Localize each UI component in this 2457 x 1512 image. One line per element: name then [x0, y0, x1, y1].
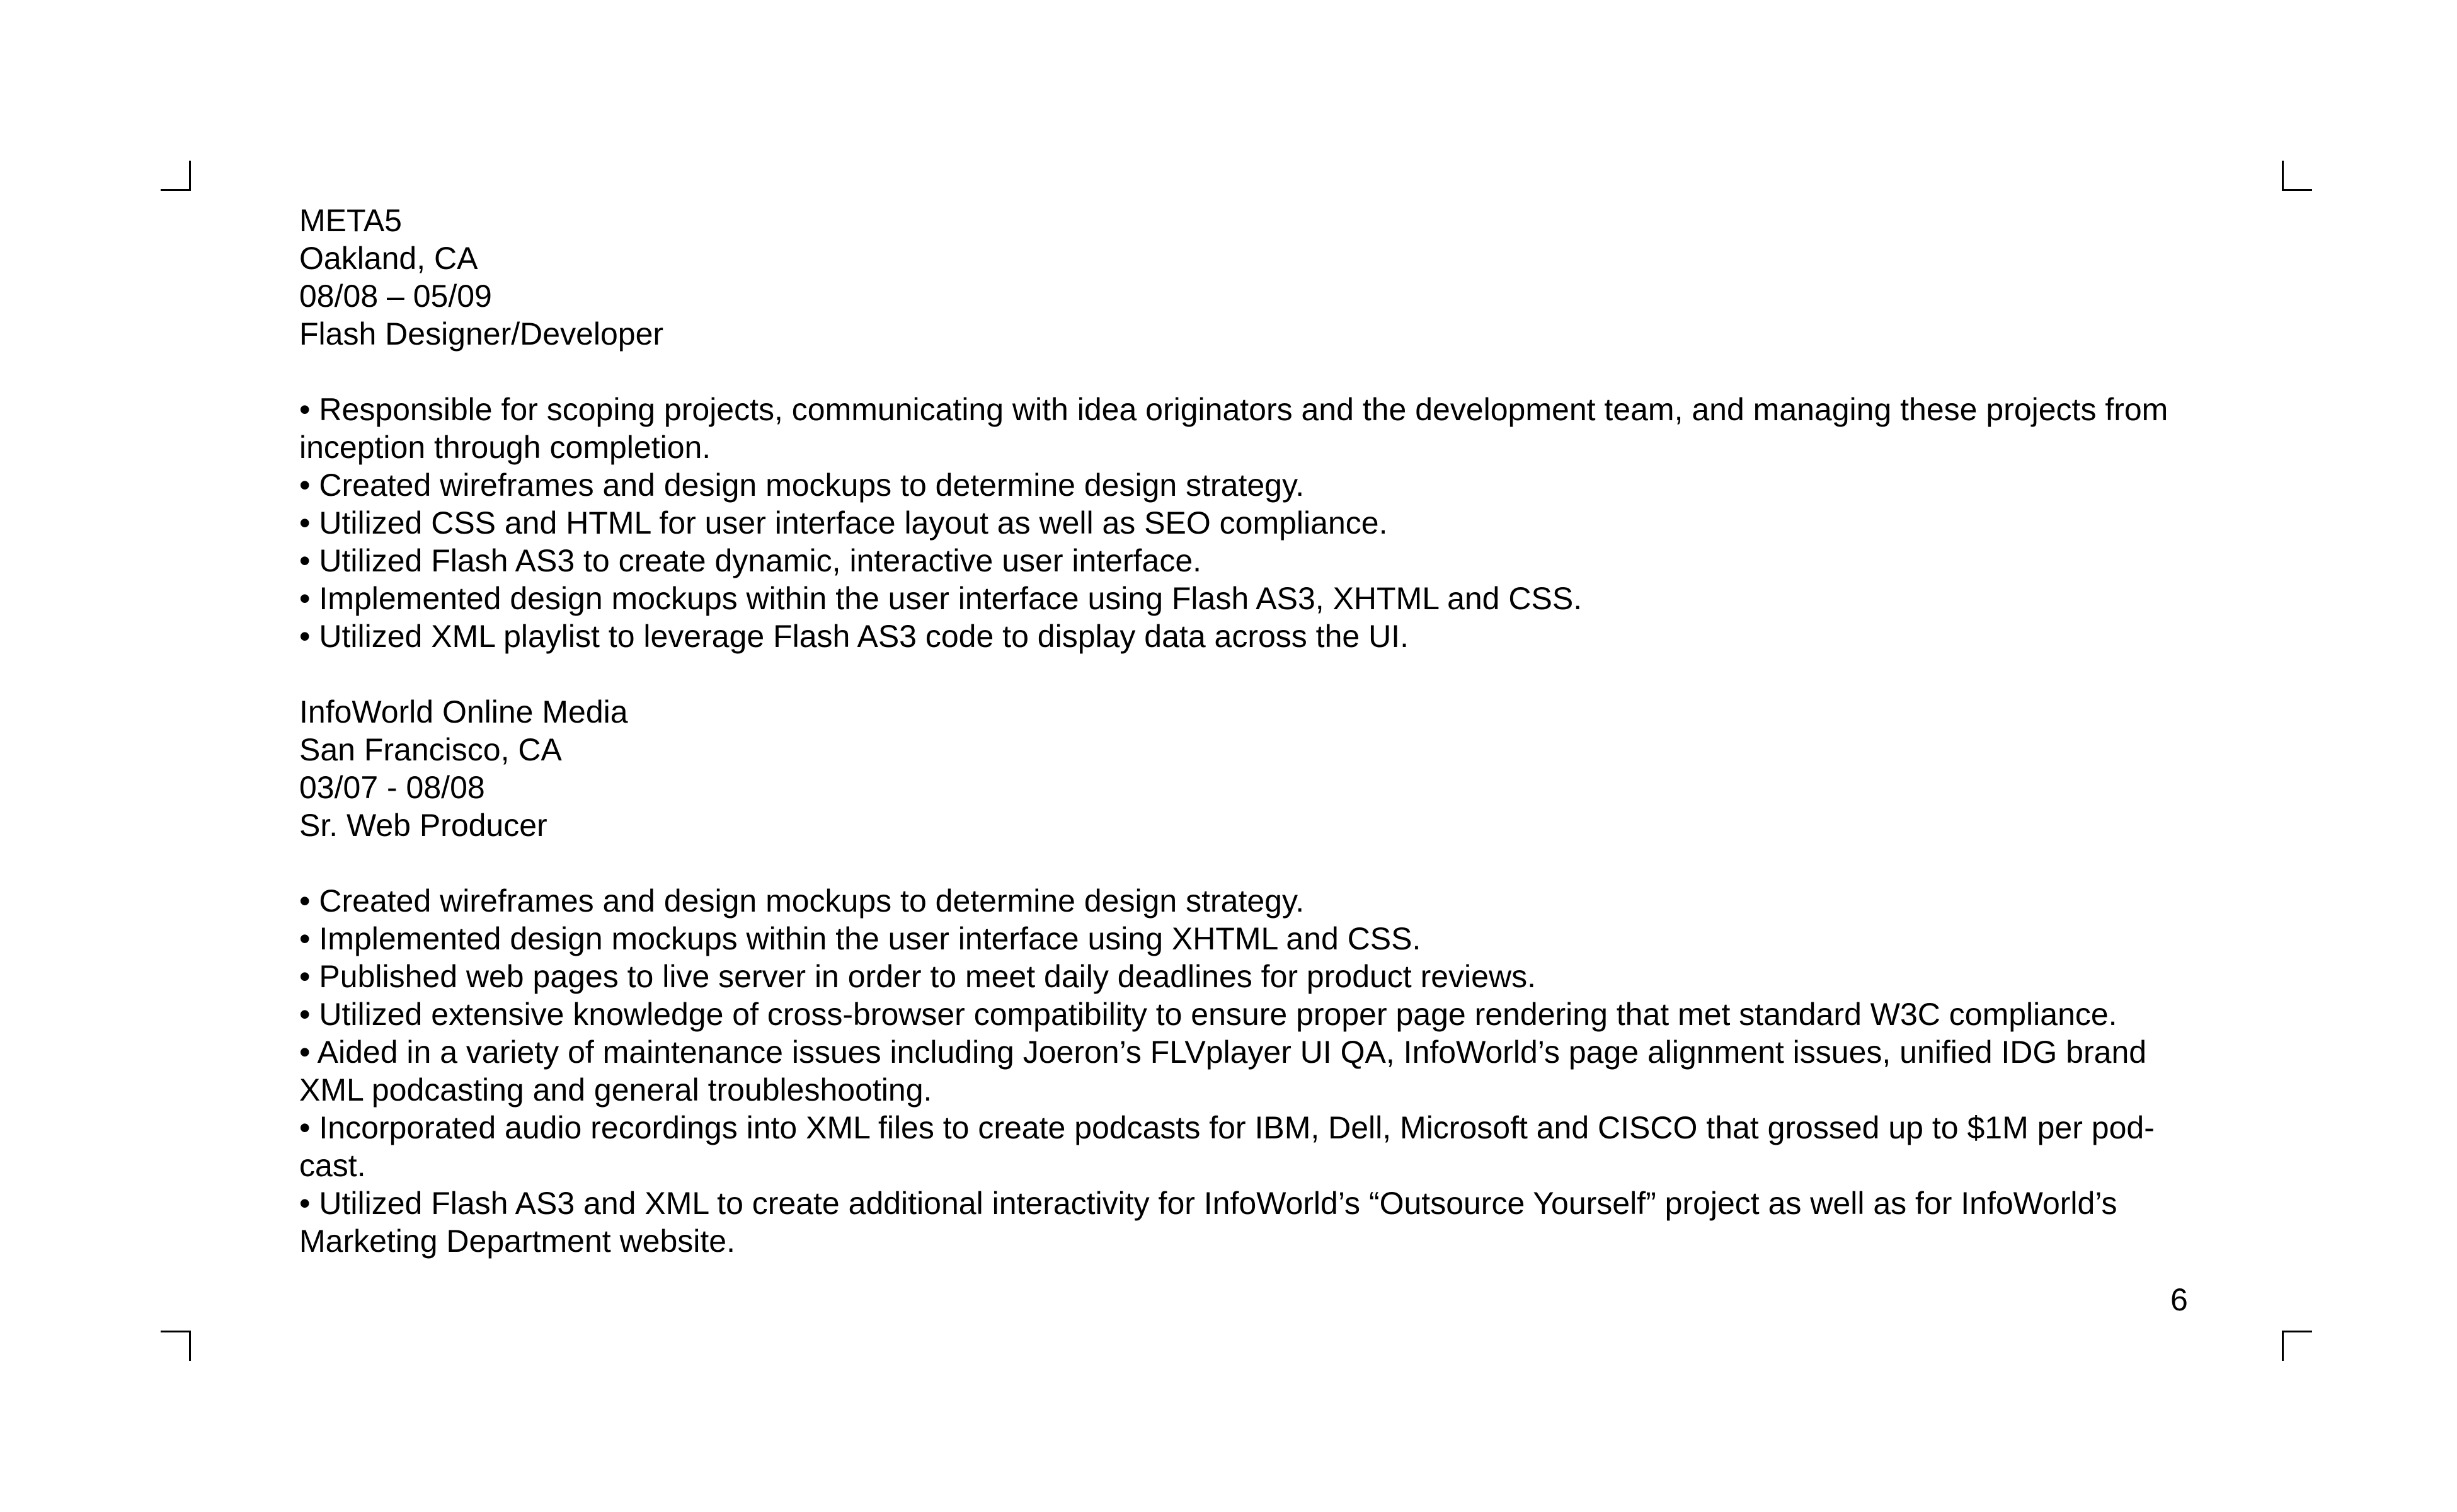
resume-content: META5 Oakland, CA 08/08 – 05/09 Flash De… [299, 202, 2196, 1260]
job-entry-meta5: META5 Oakland, CA 08/08 – 05/09 Flash De… [299, 202, 2196, 655]
job-location: San Francisco, CA [299, 732, 562, 767]
bullet-item: • Implemented design mockups within the … [299, 921, 1421, 956]
crop-mark-bottom-right [2282, 1331, 2312, 1361]
bullet-item: • Utilized extensive knowledge of cross-… [299, 997, 2117, 1032]
company-name: InfoWorld Online Media [299, 694, 628, 730]
crop-mark-top-left [161, 161, 191, 191]
bullet-item: • Utilized Flash AS3 to create dynamic, … [299, 543, 1202, 578]
bullet-item: • Aided in a variety of maintenance issu… [299, 1034, 2147, 1108]
bullet-item: • Utilized XML playlist to leverage Flas… [299, 619, 1409, 654]
job-dates: 03/07 - 08/08 [299, 770, 485, 805]
bullet-item: • Responsible for scoping projects, comm… [299, 392, 2168, 465]
page-number: 6 [2170, 1282, 2188, 1317]
job-title: Flash Designer/Developer [299, 316, 664, 352]
bullet-item: • Published web pages to live server in … [299, 959, 1536, 994]
job-title: Sr. Web Producer [299, 808, 547, 843]
company-name: META5 [299, 203, 402, 238]
bullet-item: • Utilized Flash AS3 and XML to create a… [299, 1186, 2117, 1259]
job-entry-infoworld: InfoWorld Online Media San Francisco, CA… [299, 693, 2196, 1260]
job-location: Oakland, CA [299, 241, 478, 276]
job-dates: 08/08 – 05/09 [299, 278, 492, 314]
crop-mark-top-right [2282, 161, 2312, 191]
bullet-item: • Implemented design mockups within the … [299, 581, 1583, 616]
bullet-item: • Utilized CSS and HTML for user interfa… [299, 505, 1388, 541]
bullet-item: • Created wireframes and design mockups … [299, 883, 1305, 919]
bullet-item: • Created wireframes and design mockups … [299, 467, 1305, 503]
crop-mark-bottom-left [161, 1331, 191, 1361]
bullet-item: • Incorporated audio recordings into XML… [299, 1110, 2155, 1183]
